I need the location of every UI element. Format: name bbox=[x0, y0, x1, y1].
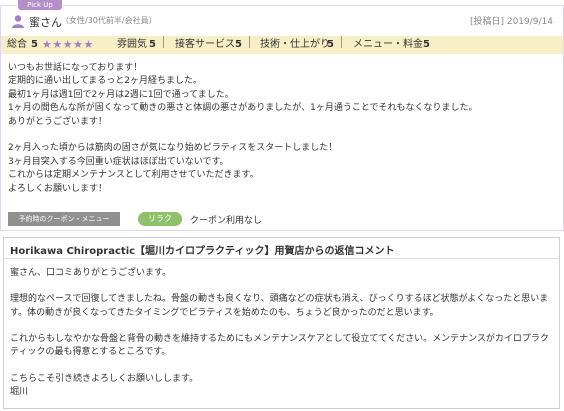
coupon-badge[interactable]: リラク bbox=[138, 212, 182, 226]
coupon-label: 予約時のクーポン・メニュー bbox=[8, 212, 120, 226]
avatar-icon bbox=[11, 13, 25, 28]
overall-score: 5 bbox=[31, 39, 38, 50]
rating-label-technique: 技術・仕上がり bbox=[260, 39, 330, 50]
reply-divider bbox=[4, 258, 559, 259]
review-container: 蜜さん （女性/30代前半/会社員） [投稿日] 2019/9/14 総合 5 … bbox=[0, 0, 564, 411]
rating-stars-icon: ★★★★★ bbox=[42, 38, 94, 51]
review-text: いつもお世話になっております！ 定期的に通い出してまるっと2ヶ月経ちました。 最… bbox=[8, 63, 478, 194]
rating-score-service: 5 bbox=[235, 39, 242, 50]
reply-title: Horikawa Chiropractic【堀川カイロプラクティック】用賀店から… bbox=[10, 246, 395, 257]
rating-divider bbox=[163, 36, 164, 48]
rating-bar: 総合 5 ★★★★★ 雰囲気 5 接客サービス 5 技術・仕上がり 5 メニュー… bbox=[1, 36, 563, 54]
reply-body: 蜜さん、口コミありがとうございます。 理想的なペースで回復してきましたね。骨盤の… bbox=[10, 268, 549, 397]
pickup-badge: Pick Up bbox=[18, 0, 62, 10]
rating-label-service: 接客サービス bbox=[175, 39, 235, 50]
reviewer-row: 蜜さん （女性/30代前半/会社員） [投稿日] 2019/9/14 bbox=[1, 6, 563, 34]
rating-score-atmosphere: 5 bbox=[149, 39, 156, 50]
rating-score-technique: 5 bbox=[327, 39, 334, 50]
rating-divider bbox=[249, 36, 250, 48]
overall-label: 総合 bbox=[7, 39, 27, 50]
reviewer-profile: （女性/30代前半/会社員） bbox=[61, 16, 157, 25]
rating-label-atmosphere: 雰囲気 bbox=[117, 39, 147, 50]
reply-card: Horikawa Chiropractic【堀川カイロプラクティック】用賀店から… bbox=[3, 237, 560, 409]
rating-divider bbox=[341, 36, 342, 48]
posted-date: [投稿日] 2019/9/14 bbox=[469, 17, 553, 27]
coupon-usage: クーポン利用なし bbox=[190, 216, 263, 226]
rating-score-menu-price: 5 bbox=[423, 39, 430, 50]
coupon-row: 予約時のクーポン・メニュー リラク クーポン利用なし bbox=[8, 212, 556, 228]
rating-label-menu-price: メニュー・料金 bbox=[353, 39, 423, 50]
review-card: 蜜さん （女性/30代前半/会社員） [投稿日] 2019/9/14 総合 5 … bbox=[0, 5, 564, 231]
reviewer-name: 蜜さん bbox=[29, 16, 62, 29]
